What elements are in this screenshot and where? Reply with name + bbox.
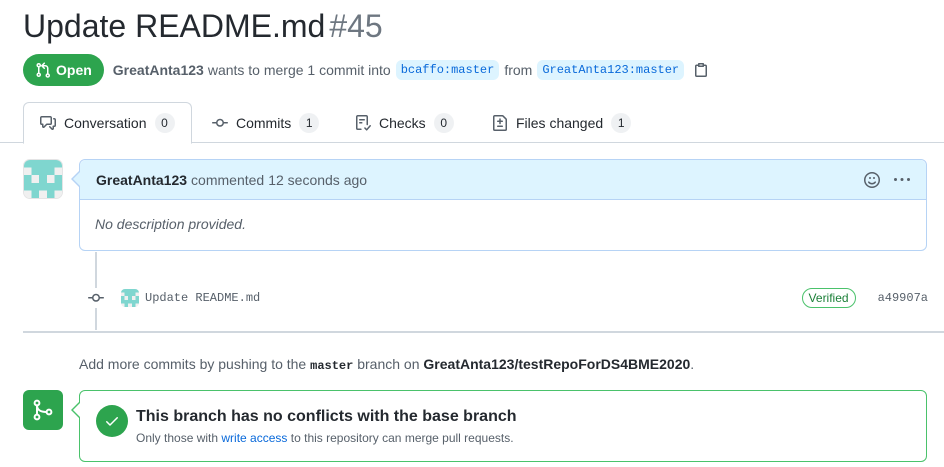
- base-branch[interactable]: bcaffo:master: [395, 60, 500, 80]
- tab-files-changed[interactable]: Files changed 1: [476, 102, 647, 144]
- tab-counter: 0: [433, 113, 454, 133]
- pr-meta: Open GreatAnta123 wants to merge 1 commi…: [23, 54, 709, 86]
- pr-state-label: Open: [56, 62, 92, 78]
- write-access-link[interactable]: write access: [221, 431, 287, 445]
- tab-counter: 1: [299, 113, 320, 133]
- timeline-divider: [23, 331, 944, 333]
- merge-sub-prefix: Only those with: [136, 431, 219, 445]
- avatar[interactable]: [24, 160, 62, 198]
- hint-prefix: Add more commits by pushing to the: [79, 356, 307, 372]
- verified-badge[interactable]: Verified: [801, 288, 856, 308]
- head-branch[interactable]: GreatAnta123:master: [537, 60, 685, 80]
- comment-timestamp[interactable]: 12 seconds ago: [268, 172, 367, 188]
- pr-title-text: Update README.md: [23, 8, 326, 44]
- commit-sha-link[interactable]: a49907a: [878, 291, 928, 305]
- tab-commits[interactable]: Commits 1: [196, 102, 335, 144]
- merge-status-box: This branch has no conflicts with the ba…: [71, 390, 927, 462]
- pr-title: Update README.md #45: [23, 8, 383, 44]
- comment-action: commented: [191, 171, 265, 188]
- comment-header: GreatAnta123 commented 12 seconds ago: [80, 160, 926, 200]
- git-pull-request-icon: [35, 62, 51, 78]
- pr-author-link[interactable]: GreatAnta123: [113, 62, 204, 78]
- comment-body: No description provided.: [95, 216, 246, 232]
- tab-label: Conversation: [64, 115, 147, 131]
- git-commit-icon: [86, 288, 106, 308]
- hint-suffix: .: [690, 356, 695, 372]
- hint-middle: branch on: [357, 356, 420, 372]
- copy-icon[interactable]: [693, 62, 709, 78]
- git-merge-icon: [23, 390, 63, 430]
- pr-state-badge: Open: [23, 54, 104, 86]
- hint-repo-link[interactable]: GreatAnta123/testRepoForDS4BME2020: [423, 356, 690, 372]
- merge-status-subtitle: Only those with write access to this rep…: [136, 431, 514, 445]
- merge-sub-suffix: to this repository can merge pull reques…: [290, 431, 514, 445]
- tab-label: Commits: [236, 115, 292, 131]
- tab-conversation[interactable]: Conversation 0: [23, 102, 192, 144]
- git-commit-icon: [212, 115, 228, 131]
- commit-message-link[interactable]: Update README.md: [145, 291, 260, 305]
- check-icon: [96, 405, 128, 437]
- smiley-icon[interactable]: [864, 171, 880, 188]
- commit-author-avatar[interactable]: [121, 289, 139, 307]
- tab-counter: 0: [154, 113, 175, 133]
- comment-author-link[interactable]: GreatAnta123: [96, 172, 187, 188]
- pr-tabs: Conversation 0 Commits 1 Checks 0 Files …: [0, 102, 944, 144]
- comment-box: GreatAnta123 commented 12 seconds ago No…: [71, 159, 927, 251]
- pr-number: #45: [329, 8, 383, 44]
- tab-counter: 1: [611, 113, 632, 133]
- comment-actions: [864, 171, 910, 188]
- kebab-horizontal-icon[interactable]: [894, 172, 910, 188]
- checklist-icon: [355, 115, 371, 131]
- file-diff-icon: [492, 115, 508, 131]
- comment-discussion-icon: [40, 115, 56, 131]
- tab-checks[interactable]: Checks 0: [339, 102, 470, 144]
- pr-merge-text: wants to merge 1 commit into: [207, 62, 391, 78]
- hint-branch: master: [310, 359, 354, 373]
- commit-row: Update README.md Verified a49907a: [86, 288, 928, 308]
- tab-label: Files changed: [516, 115, 604, 131]
- pr-from-text: from: [504, 62, 533, 78]
- tab-label: Checks: [379, 115, 426, 131]
- push-hint: Add more commits by pushing to the maste…: [79, 356, 694, 373]
- merge-status-title: This branch has no conflicts with the ba…: [136, 408, 517, 425]
